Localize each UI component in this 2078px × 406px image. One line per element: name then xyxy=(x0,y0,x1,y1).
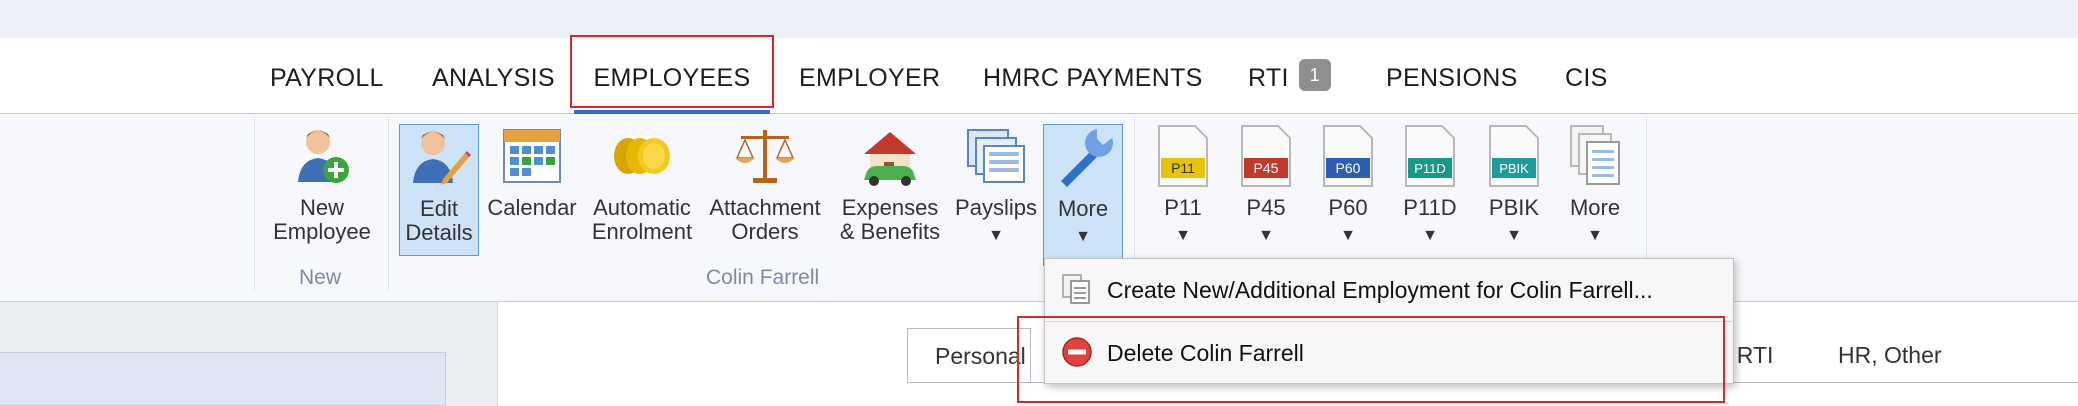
payslips-label: Payslips xyxy=(955,195,1037,220)
p11-button[interactable]: P11 P11 ▼ xyxy=(1153,124,1213,256)
menu-item-create-employment[interactable]: Create New/Additional Employment for Col… xyxy=(1045,259,1735,321)
calendar-button[interactable]: Calendar xyxy=(487,124,577,256)
group-label-employee: Colin Farrell xyxy=(706,266,820,289)
pbik-button[interactable]: PBIK PBIK ▼ xyxy=(1482,124,1546,256)
tab-rti-label: RTI xyxy=(1248,64,1289,92)
scales-icon xyxy=(735,130,795,183)
automatic-enrolment-line1: Automatic xyxy=(593,195,691,220)
p11d-tag-text: P11D xyxy=(1414,161,1446,176)
p60-button[interactable]: P60 P60 ▼ xyxy=(1318,124,1378,256)
automatic-enrolment-button[interactable]: Automatic Enrolment xyxy=(588,124,696,256)
left-panel xyxy=(0,302,498,406)
menu-item-create-employment-label: Create New/Additional Employment for Col… xyxy=(1107,277,1653,303)
edit-details-button[interactable]: Edit Details xyxy=(399,124,479,256)
pbik-document-icon: PBIK xyxy=(1489,125,1539,187)
coins-icon xyxy=(614,138,670,174)
chevron-down-icon: ▼ xyxy=(1258,227,1274,244)
p11d-button[interactable]: P11D P11D ▼ xyxy=(1398,124,1462,256)
edit-user-icon xyxy=(413,131,471,185)
main-tab-bar: PAYROLL ANALYSIS EMPLOYEES EMPLOYER HMRC… xyxy=(0,38,2078,116)
p45-label: P45 xyxy=(1246,195,1286,220)
employees-tab-highlight-box xyxy=(570,35,774,108)
expenses-benefits-line2: & Benefits xyxy=(839,219,941,244)
pbik-tag-text: PBIK xyxy=(1499,161,1529,176)
tab-rti[interactable]: RTI 1 xyxy=(1248,38,1331,114)
p11-label: P11 xyxy=(1164,195,1202,220)
calendar-label: Calendar xyxy=(487,195,577,220)
p60-document-icon: P60 xyxy=(1323,125,1373,187)
p60-tag-text: P60 xyxy=(1336,160,1361,176)
more-documents-label: More xyxy=(1569,195,1621,220)
chevron-down-icon: ▼ xyxy=(1075,228,1091,245)
tab-cis[interactable]: CIS xyxy=(1565,38,1608,114)
subtab-personal[interactable]: Personal xyxy=(907,328,1031,382)
rti-count-badge: 1 xyxy=(1298,59,1331,92)
p11-tag-text: P11 xyxy=(1171,160,1195,176)
calendar-icon xyxy=(503,129,561,183)
ribbon-divider xyxy=(388,118,389,290)
tab-analysis[interactable]: ANALYSIS xyxy=(432,38,555,114)
edit-details-line2: Details xyxy=(405,220,473,245)
new-employee-line2: Employee xyxy=(273,219,371,244)
p11-document-icon: P11 xyxy=(1158,125,1208,187)
p11d-label: P11D xyxy=(1403,195,1457,220)
more-label: More xyxy=(1057,196,1109,221)
expenses-benefits-button[interactable]: Expenses & Benefits xyxy=(834,124,946,256)
ribbon-divider xyxy=(254,118,255,290)
left-panel-list[interactable] xyxy=(0,352,446,406)
chevron-down-icon: ▼ xyxy=(988,227,1004,244)
attachment-orders-line2: Orders xyxy=(731,219,799,244)
chevron-down-icon: ▼ xyxy=(1422,227,1438,244)
documents-stack-icon xyxy=(1570,125,1620,185)
p45-document-icon: P45 xyxy=(1241,125,1291,187)
chevron-down-icon: ▼ xyxy=(1340,227,1356,244)
more-button[interactable]: More ▼ xyxy=(1043,124,1123,266)
more-documents-button[interactable]: More ▼ xyxy=(1560,124,1630,256)
new-employee-line1: New xyxy=(299,195,344,220)
expenses-benefits-line1: Expenses xyxy=(841,195,939,220)
house-car-icon xyxy=(864,132,916,186)
p45-tag-text: P45 xyxy=(1254,160,1279,176)
delete-item-highlight-box xyxy=(1017,316,1725,403)
ribbon: New Employee New Edit Details Calendar A… xyxy=(0,114,2078,302)
tab-payroll[interactable]: PAYROLL xyxy=(270,38,384,114)
tab-pensions[interactable]: PENSIONS xyxy=(1386,38,1518,114)
new-employee-button[interactable]: New Employee xyxy=(264,124,380,256)
add-user-icon xyxy=(298,130,349,183)
attachment-orders-button[interactable]: Attachment Orders xyxy=(706,124,824,256)
tab-employer[interactable]: EMPLOYER xyxy=(799,38,940,114)
subtab-hr-other[interactable]: HR, Other xyxy=(1838,328,1942,382)
group-label-new: New xyxy=(299,266,342,289)
automatic-enrolment-line2: Enrolment xyxy=(591,219,693,244)
p60-label: P60 xyxy=(1328,195,1368,220)
copy-document-icon xyxy=(1062,274,1090,304)
chevron-down-icon: ▼ xyxy=(1587,227,1603,244)
title-strip xyxy=(0,0,2078,38)
attachment-orders-line1: Attachment xyxy=(709,195,821,220)
edit-details-line1: Edit xyxy=(420,196,458,221)
payslips-button[interactable]: Payslips ▼ xyxy=(954,124,1038,256)
payslips-icon xyxy=(967,129,1025,183)
p45-button[interactable]: P45 P45 ▼ xyxy=(1236,124,1296,256)
wrench-icon xyxy=(1061,129,1113,187)
p11d-document-icon: P11D xyxy=(1405,125,1455,187)
chevron-down-icon: ▼ xyxy=(1506,227,1522,244)
tab-hmrc-payments[interactable]: HMRC PAYMENTS xyxy=(983,38,1203,114)
chevron-down-icon: ▼ xyxy=(1175,227,1191,244)
pbik-label: PBIK xyxy=(1488,195,1540,220)
